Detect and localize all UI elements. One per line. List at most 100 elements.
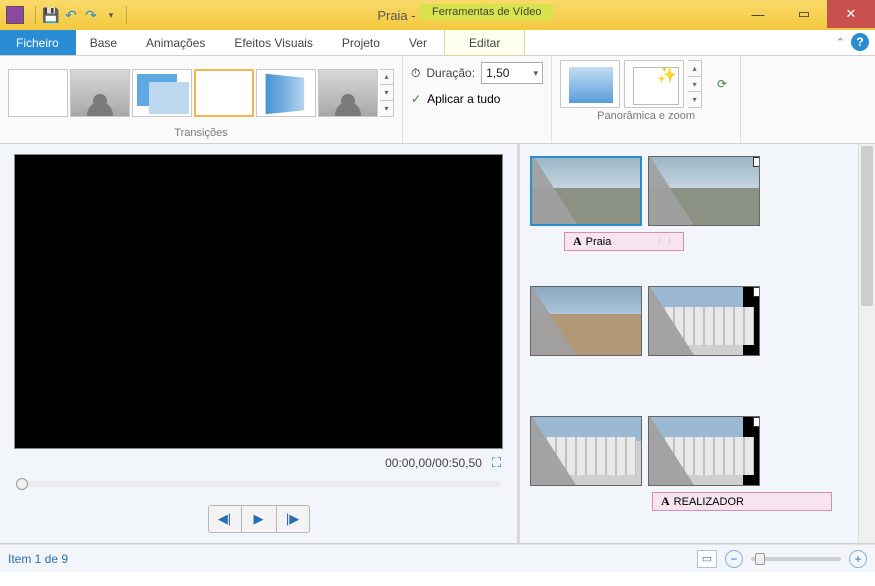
tab-view[interactable]: Ver <box>395 30 442 55</box>
clip-edge-handle[interactable] <box>753 157 760 167</box>
clip-2[interactable] <box>648 156 760 226</box>
gallery-scroll-down-icon[interactable]: ▾ <box>380 85 393 101</box>
window-controls: — ▭ ✕ <box>735 2 875 28</box>
ribbon-group-panzoom: ▴ ▾ ▾ ⟳ Panorâmica e zoom <box>552 56 741 143</box>
panzoom-group-label: Panorâmica e zoom <box>560 108 732 124</box>
transition-indicator <box>649 416 694 485</box>
clip-5[interactable] <box>530 416 642 486</box>
clip-edge-handle[interactable] <box>753 287 760 297</box>
duration-dropdown-icon[interactable]: ▾ <box>534 68 539 79</box>
gallery-expand-icon[interactable]: ▾ <box>688 92 701 107</box>
credits-text: REALIZADOR <box>674 496 744 508</box>
preview-pane: 00:00,00/00:50,50 ⛶ ◀| ▶ |▶ <box>0 144 520 543</box>
seek-thumb[interactable] <box>16 478 28 490</box>
main-area: 00:00,00/00:50,50 ⛶ ◀| ▶ |▶ A Praia ⋮⋮ <box>0 144 875 544</box>
title-icon: A <box>573 234 582 249</box>
credits-overlay-tag[interactable]: A REALIZADOR <box>652 492 832 511</box>
panzoom-none[interactable] <box>560 60 620 108</box>
apply-all-button[interactable]: ✓ Aplicar a tudo <box>411 92 543 106</box>
tab-visual-effects[interactable]: Efeitos Visuais <box>220 30 328 55</box>
playback-controls: ◀| ▶ |▶ <box>14 505 503 533</box>
document-name: Praia <box>377 8 407 23</box>
tab-animations[interactable]: Animações <box>132 30 220 55</box>
video-tools-label: Ferramentas de Vídeo <box>420 4 553 20</box>
ribbon-group-duration: ⏱ Duração: 1,50 ▾ ✓ Aplicar a tudo <box>403 56 552 143</box>
title-icon: A <box>661 494 670 509</box>
maximize-button[interactable]: ▭ <box>781 2 827 26</box>
transition-flip[interactable] <box>256 69 316 117</box>
quick-access-toolbar: 💾 ↶ ↷ ▾ <box>0 6 136 24</box>
storyboard[interactable]: A Praia ⋮⋮ <box>520 144 875 543</box>
clip-blackbar <box>743 287 759 355</box>
fullscreen-icon[interactable]: ⛶ <box>492 455 501 471</box>
transitions-gallery-more[interactable]: ▴ ▾ ▾ <box>380 69 394 117</box>
storyboard-row: A Praia ⋮⋮ <box>530 156 865 226</box>
transitions-group-label: Transições <box>8 125 394 141</box>
contextual-tab-header: Ferramentas de Vídeo <box>420 4 553 30</box>
transition-none[interactable] <box>8 69 68 117</box>
view-mode-icon[interactable]: ▭ <box>697 550 717 568</box>
title-text: Praia <box>586 236 612 248</box>
clip-1[interactable] <box>530 156 642 226</box>
play-button[interactable]: ▶ <box>242 505 276 533</box>
stopwatch-icon: ⏱ <box>411 66 420 81</box>
vertical-scrollbar[interactable] <box>858 144 875 543</box>
transition-pixelate[interactable] <box>194 69 254 117</box>
undo-icon[interactable]: ↶ <box>63 7 79 23</box>
help-icon[interactable]: ? <box>851 33 869 51</box>
clip-edge-handle[interactable] <box>753 417 760 427</box>
app-icon[interactable] <box>6 6 24 24</box>
ribbon: ▴ ▾ ▾ Transições ⏱ Duração: 1,50 ▾ ✓ Apl… <box>0 56 875 144</box>
transition-reveal[interactable] <box>318 69 378 117</box>
close-button[interactable]: ✕ <box>827 0 875 28</box>
gallery-scroll-up-icon[interactable]: ▴ <box>380 70 393 86</box>
status-item-count: Item 1 de 9 <box>8 552 697 566</box>
time-display: 00:00,00/00:50,50 <box>385 456 482 470</box>
apply-all-label: Aplicar a tudo <box>427 92 500 106</box>
next-frame-button[interactable]: |▶ <box>276 505 310 533</box>
tab-project[interactable]: Projeto <box>328 30 395 55</box>
ribbon-group-transitions: ▴ ▾ ▾ Transições <box>0 56 403 143</box>
tab-home[interactable]: Base <box>76 30 132 55</box>
transition-indicator <box>532 156 577 224</box>
preview-video[interactable] <box>14 154 503 449</box>
drag-handle-icon[interactable]: ⋮⋮ <box>655 237 675 246</box>
apply-all-icon: ✓ <box>411 92 421 106</box>
title-overlay-tag[interactable]: A Praia ⋮⋮ <box>564 232 684 251</box>
zoom-thumb[interactable] <box>755 553 765 565</box>
redo-icon[interactable]: ↷ <box>83 7 99 23</box>
transition-indicator <box>531 416 576 485</box>
transition-slide[interactable] <box>132 69 192 117</box>
storyboard-row: A REALIZADOR <box>530 416 865 486</box>
zoom-slider[interactable] <box>751 557 841 561</box>
collapse-ribbon-icon[interactable]: ⌃ <box>836 36 845 49</box>
gallery-scroll-up-icon[interactable]: ▴ <box>688 61 701 77</box>
transition-indicator <box>531 286 576 355</box>
tab-edit[interactable]: Editar <box>444 30 525 56</box>
scrollbar-thumb[interactable] <box>861 146 873 306</box>
panzoom-gallery-more[interactable]: ▴ ▾ ▾ <box>688 60 702 108</box>
clip-6[interactable] <box>648 416 760 486</box>
clip-4[interactable] <box>648 286 760 356</box>
transition-indicator <box>649 156 694 225</box>
transition-crossfade[interactable] <box>70 69 130 117</box>
duration-input[interactable]: 1,50 ▾ <box>481 62 543 84</box>
qat-customize-dropdown[interactable]: ▾ <box>103 7 119 23</box>
gallery-expand-icon[interactable]: ▾ <box>380 101 393 116</box>
prev-frame-button[interactable]: ◀| <box>208 505 242 533</box>
minimize-button[interactable]: — <box>735 2 781 26</box>
duration-value: 1,50 <box>486 66 509 80</box>
panzoom-auto[interactable] <box>624 60 684 108</box>
zoom-in-button[interactable]: + <box>849 550 867 568</box>
clip-3[interactable] <box>530 286 642 356</box>
gallery-scroll-down-icon[interactable]: ▾ <box>688 77 701 93</box>
clip-blackbar <box>743 417 759 485</box>
panzoom-apply-icon[interactable]: ⟳ <box>712 74 732 94</box>
seek-slider[interactable] <box>16 481 501 487</box>
zoom-out-button[interactable]: − <box>725 550 743 568</box>
save-icon[interactable]: 💾 <box>43 7 59 23</box>
tab-file[interactable]: Ficheiro <box>0 30 76 55</box>
storyboard-row <box>530 286 865 356</box>
titlebar: 💾 ↶ ↷ ▾ Praia - Movie Maker Ferramentas … <box>0 0 875 30</box>
statusbar: Item 1 de 9 ▭ − + <box>0 544 875 572</box>
